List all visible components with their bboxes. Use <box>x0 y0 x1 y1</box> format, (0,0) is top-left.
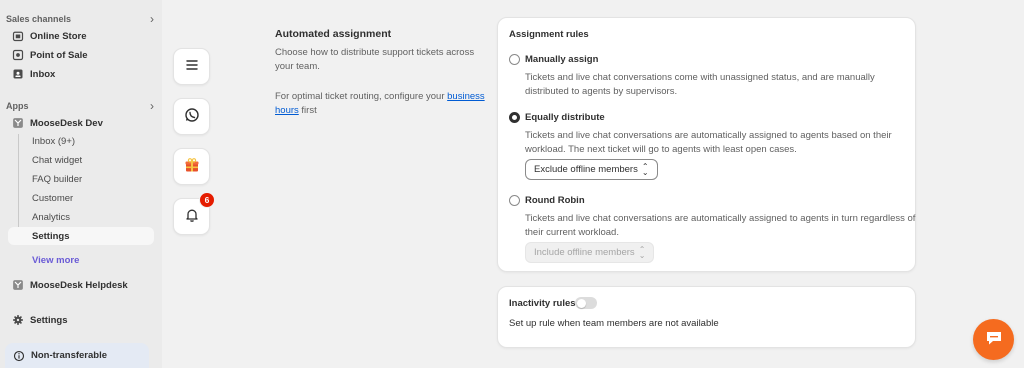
sidebar-item-settings[interactable]: Settings <box>6 311 156 329</box>
tree-line <box>18 134 19 236</box>
sidebar-item-moosedesk-dev[interactable]: MooseDesk Dev <box>6 114 156 132</box>
store-icon <box>12 30 24 42</box>
sidebar-item-label: Point of Sale <box>30 49 88 61</box>
moosedesk-app-icon <box>12 279 24 291</box>
sidebar-item-online-store[interactable]: Online Store <box>6 27 156 45</box>
sidebar-item-point-of-sale[interactable]: Point of Sale <box>6 46 156 64</box>
view-more-link[interactable]: View more <box>32 255 79 266</box>
menu-button[interactable] <box>173 48 210 85</box>
inactivity-description: Set up rule when team members are not av… <box>509 318 719 329</box>
section-title: Automated assignment <box>275 28 392 40</box>
chat-bubble-icon <box>984 328 1004 351</box>
sidebar-item-label: Inbox <box>30 68 56 80</box>
inactivity-rules-card: Inactivity rules Set up rule when team m… <box>497 286 916 348</box>
radio-round-robin[interactable] <box>509 195 520 206</box>
card-title: Assignment rules <box>509 29 589 40</box>
pos-icon <box>12 49 24 61</box>
select-updown-icon: ⌃ ⌄ <box>641 161 649 177</box>
option-description: Tickets and live chat conversations come… <box>525 72 875 97</box>
chat-launcher-button[interactable] <box>973 319 1014 360</box>
option-label[interactable]: Manually assign <box>525 54 598 65</box>
select-value: Include offline members <box>534 247 635 258</box>
sidebar-subitem-inbox[interactable]: Inbox (9+) <box>32 133 75 150</box>
non-transferable-label: Non-transferable <box>31 350 108 361</box>
select-value: Exclude offline members <box>534 164 638 175</box>
sidebar-item-moosedesk-helpdesk[interactable]: MooseDesk Helpdesk <box>6 276 156 294</box>
inbox-icon <box>12 68 24 80</box>
section-description: Choose how to distribute support tickets… <box>275 47 475 72</box>
info-icon <box>13 350 25 362</box>
menu-icon <box>184 57 200 76</box>
sidebar-subitem-customer[interactable]: Customer <box>32 190 73 207</box>
whatsapp-button[interactable] <box>173 98 210 135</box>
sidebar-subitem-analytics[interactable]: Analytics <box>32 209 70 226</box>
apps-label: Apps <box>6 101 29 111</box>
sidebar-item-label: Settings <box>30 314 68 326</box>
routing-hint-suffix: first <box>298 105 317 116</box>
sidebar-subitem-faq-builder[interactable]: FAQ builder <box>32 171 82 188</box>
sidebar-subitem-settings[interactable]: Settings <box>32 228 69 245</box>
non-transferable-banner[interactable]: Non-transferable <box>5 343 149 368</box>
apps-header[interactable]: Apps › <box>6 99 154 113</box>
whatsapp-icon <box>184 107 200 126</box>
radio-manually-assign[interactable] <box>509 54 520 65</box>
sidebar-item-inbox[interactable]: Inbox <box>6 65 156 83</box>
sales-channels-label: Sales channels <box>6 14 72 24</box>
chevron-right-icon[interactable]: › <box>150 12 154 26</box>
sidebar-item-label: MooseDesk Dev <box>30 117 103 129</box>
toggle-knob <box>576 298 586 308</box>
option-description: Tickets and live chat conversations are … <box>525 130 892 155</box>
routing-hint: For optimal ticket routing, configure yo… <box>275 90 485 118</box>
option-label[interactable]: Equally distribute <box>525 112 605 123</box>
notification-count-badge: 6 <box>199 192 215 208</box>
sidebar-item-label: MooseDesk Helpdesk <box>30 279 128 291</box>
option-description: Tickets and live chat conversations are … <box>525 213 916 238</box>
sidebar-subitem-chat-widget[interactable]: Chat widget <box>32 152 82 169</box>
sidebar: Sales channels › Online Store Point of S… <box>0 0 162 368</box>
routing-hint-prefix: For optimal ticket routing, configure yo… <box>275 91 448 102</box>
chevron-right-icon[interactable]: › <box>150 99 154 113</box>
gift-icon <box>184 157 200 176</box>
assignment-rules-card: Assignment rules Manually assign Tickets… <box>497 17 916 272</box>
round-robin-members-select: Include offline members ⌃ ⌄ <box>525 242 655 263</box>
gift-button[interactable] <box>173 148 210 185</box>
bell-icon <box>184 207 200 226</box>
offline-members-select[interactable]: Exclude offline members ⌃ ⌄ <box>525 159 658 180</box>
gear-icon <box>12 314 24 326</box>
inactivity-toggle[interactable] <box>575 297 597 309</box>
option-label[interactable]: Round Robin <box>525 195 585 206</box>
moosedesk-app-icon <box>12 117 24 129</box>
sales-channels-header[interactable]: Sales channels › <box>6 12 154 26</box>
card-title: Inactivity rules <box>509 298 576 309</box>
select-updown-icon: ⌃ ⌄ <box>638 244 646 260</box>
active-item-highlight <box>8 227 154 245</box>
radio-equally-distribute[interactable] <box>509 112 520 123</box>
sidebar-item-label: Online Store <box>30 30 87 42</box>
